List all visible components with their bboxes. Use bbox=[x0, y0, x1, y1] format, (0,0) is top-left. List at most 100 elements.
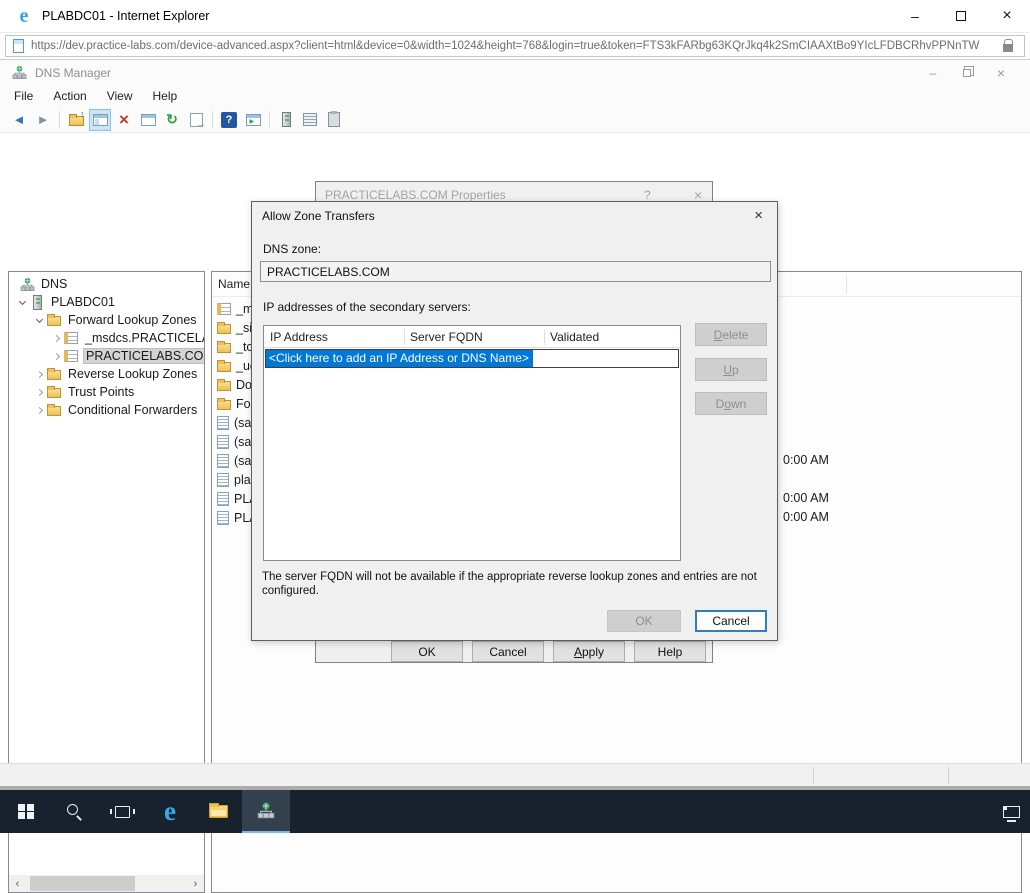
show-console-tree-button[interactable] bbox=[89, 109, 111, 131]
dns-minimize-button[interactable]: – bbox=[916, 60, 950, 85]
toolbar-separator bbox=[212, 111, 213, 128]
fqdn-note: The server FQDN will not be available if… bbox=[262, 570, 772, 598]
export-list-icon bbox=[190, 113, 203, 127]
folder-up-icon bbox=[69, 116, 84, 126]
tree-item-label: Trust Points bbox=[66, 385, 136, 399]
folder-icon bbox=[46, 314, 62, 326]
taskbar-internet-explorer[interactable]: e bbox=[146, 790, 194, 833]
folder-icon bbox=[217, 381, 231, 391]
properties-button[interactable] bbox=[137, 109, 159, 131]
folder-icon bbox=[217, 362, 231, 372]
delete-x-icon: × bbox=[119, 111, 129, 128]
toolbar: ◄ ► × ↻ ? bbox=[0, 107, 1030, 133]
tree-item-practicelabs-zone[interactable]: PRACTICELABS.COM bbox=[9, 347, 204, 365]
maximize-icon bbox=[956, 11, 966, 21]
system-tray bbox=[1003, 790, 1020, 833]
properties-ok-button[interactable]: OK bbox=[391, 641, 463, 662]
tree-item-trust-points[interactable]: Trust Points bbox=[9, 383, 204, 401]
move-down-button[interactable]: Down bbox=[695, 392, 767, 415]
scroll-right-icon[interactable]: › bbox=[187, 878, 204, 890]
record-list-button[interactable] bbox=[299, 109, 321, 131]
tree-item-msdcs-zone[interactable]: _msdcs.PRACTICELA bbox=[9, 329, 204, 347]
refresh-button[interactable]: ↻ bbox=[161, 109, 183, 131]
maximize-button[interactable] bbox=[938, 0, 984, 32]
taskbar-dns-manager-active[interactable] bbox=[242, 790, 290, 833]
tree-item-label: Conditional Forwarders bbox=[66, 403, 199, 417]
task-view-button[interactable] bbox=[98, 790, 146, 833]
dialog-close-icon[interactable]: × bbox=[754, 207, 763, 224]
menu-help[interactable]: Help bbox=[143, 85, 188, 107]
chevron-collapsed-icon[interactable] bbox=[32, 390, 46, 395]
record-icon bbox=[217, 473, 229, 487]
secondary-servers-list[interactable]: IP Address Server FQDN Validated <Click … bbox=[263, 325, 681, 561]
dns-zone-field[interactable]: PRACTICELABS.COM bbox=[260, 261, 771, 282]
refresh-icon: ↻ bbox=[166, 111, 178, 128]
record-icon bbox=[217, 511, 229, 525]
help-button[interactable]: ? bbox=[218, 109, 240, 131]
search-button[interactable] bbox=[50, 790, 98, 833]
chevron-collapsed-icon[interactable] bbox=[32, 372, 46, 377]
tree-item-conditional-forwarders[interactable]: Conditional Forwarders bbox=[9, 401, 204, 419]
cancel-button[interactable]: Cancel bbox=[695, 610, 767, 632]
move-up-button[interactable]: Up bbox=[695, 358, 767, 381]
close-button[interactable]: × bbox=[984, 0, 1030, 32]
console-window-button[interactable] bbox=[242, 109, 264, 131]
network-icon[interactable] bbox=[1003, 806, 1020, 818]
scrollbar-thumb[interactable] bbox=[30, 876, 135, 891]
chevron-collapsed-icon[interactable] bbox=[32, 408, 46, 413]
dns-restore-button[interactable] bbox=[950, 60, 984, 85]
tree-item-label: _msdcs.PRACTICELA bbox=[83, 331, 205, 345]
allow-zone-transfers-dialog: Allow Zone Transfers × DNS zone: PRACTIC… bbox=[251, 201, 778, 641]
back-button[interactable]: ◄ bbox=[8, 109, 30, 131]
dialog-help-icon[interactable]: ? bbox=[644, 188, 651, 202]
address-bar[interactable]: https://dev.practice-labs.com/device-adv… bbox=[5, 35, 1025, 57]
menu-file[interactable]: File bbox=[4, 85, 43, 107]
forward-button[interactable]: ► bbox=[32, 109, 54, 131]
console-tree-icon bbox=[93, 114, 108, 126]
export-list-button[interactable] bbox=[185, 109, 207, 131]
tree-item-dns-root[interactable]: DNS bbox=[9, 275, 204, 293]
horizontal-scrollbar[interactable]: ‹ › bbox=[9, 875, 204, 892]
up-level-button[interactable] bbox=[65, 109, 87, 131]
delete-server-button[interactable]: Delete bbox=[695, 323, 767, 346]
tree-item-plabdc01[interactable]: PLABDC01 bbox=[9, 293, 204, 311]
taskbar-file-explorer[interactable] bbox=[194, 790, 242, 833]
properties-help-button[interactable]: Help bbox=[634, 641, 706, 662]
chevron-expanded-icon[interactable] bbox=[15, 301, 29, 304]
ok-button[interactable]: OK bbox=[607, 610, 681, 632]
properties-cancel-button[interactable]: Cancel bbox=[472, 641, 544, 662]
dns-manager-titlebar: DNS Manager – × bbox=[0, 60, 1030, 85]
menu-bar: File Action View Help bbox=[0, 85, 1030, 107]
url-text[interactable]: https://dev.practice-labs.com/device-adv… bbox=[31, 40, 996, 52]
chevron-collapsed-icon[interactable] bbox=[49, 336, 63, 341]
server-icon bbox=[29, 295, 45, 310]
page-icon bbox=[13, 39, 24, 53]
tree-item-label: Reverse Lookup Zones bbox=[66, 367, 199, 381]
minimize-button[interactable]: – bbox=[892, 0, 938, 32]
column-header-server-fqdn[interactable]: Server FQDN bbox=[410, 330, 483, 344]
dns-close-button[interactable]: × bbox=[984, 60, 1018, 85]
record-icon bbox=[217, 416, 229, 430]
folder-icon bbox=[46, 386, 62, 398]
delete-button[interactable]: × bbox=[113, 109, 135, 131]
column-header-validated[interactable]: Validated bbox=[550, 330, 599, 344]
tree-item-forward-lookup-zones[interactable]: Forward Lookup Zones bbox=[9, 311, 204, 329]
task-view-icon bbox=[115, 806, 130, 818]
scroll-left-icon[interactable]: ‹ bbox=[9, 878, 26, 890]
dns-manager-title: DNS Manager bbox=[35, 66, 111, 80]
paste-tool-button[interactable] bbox=[323, 109, 345, 131]
column-header-ip-address[interactable]: IP Address bbox=[270, 330, 328, 344]
menu-view[interactable]: View bbox=[97, 85, 143, 107]
add-ip-row[interactable]: <Click here to add an IP Address or DNS … bbox=[265, 349, 679, 368]
file-explorer-icon bbox=[209, 805, 228, 818]
server-tool-button[interactable] bbox=[275, 109, 297, 131]
add-ip-placeholder[interactable]: <Click here to add an IP Address or DNS … bbox=[266, 350, 533, 367]
menu-action[interactable]: Action bbox=[43, 85, 96, 107]
column-header-name[interactable]: Name bbox=[218, 277, 250, 291]
chevron-collapsed-icon[interactable] bbox=[49, 354, 63, 359]
start-button[interactable] bbox=[2, 790, 50, 833]
tree-item-reverse-lookup-zones[interactable]: Reverse Lookup Zones bbox=[9, 365, 204, 383]
chevron-expanded-icon[interactable] bbox=[32, 319, 46, 322]
properties-apply-button[interactable]: Apply bbox=[553, 641, 625, 662]
help-icon: ? bbox=[221, 112, 237, 128]
